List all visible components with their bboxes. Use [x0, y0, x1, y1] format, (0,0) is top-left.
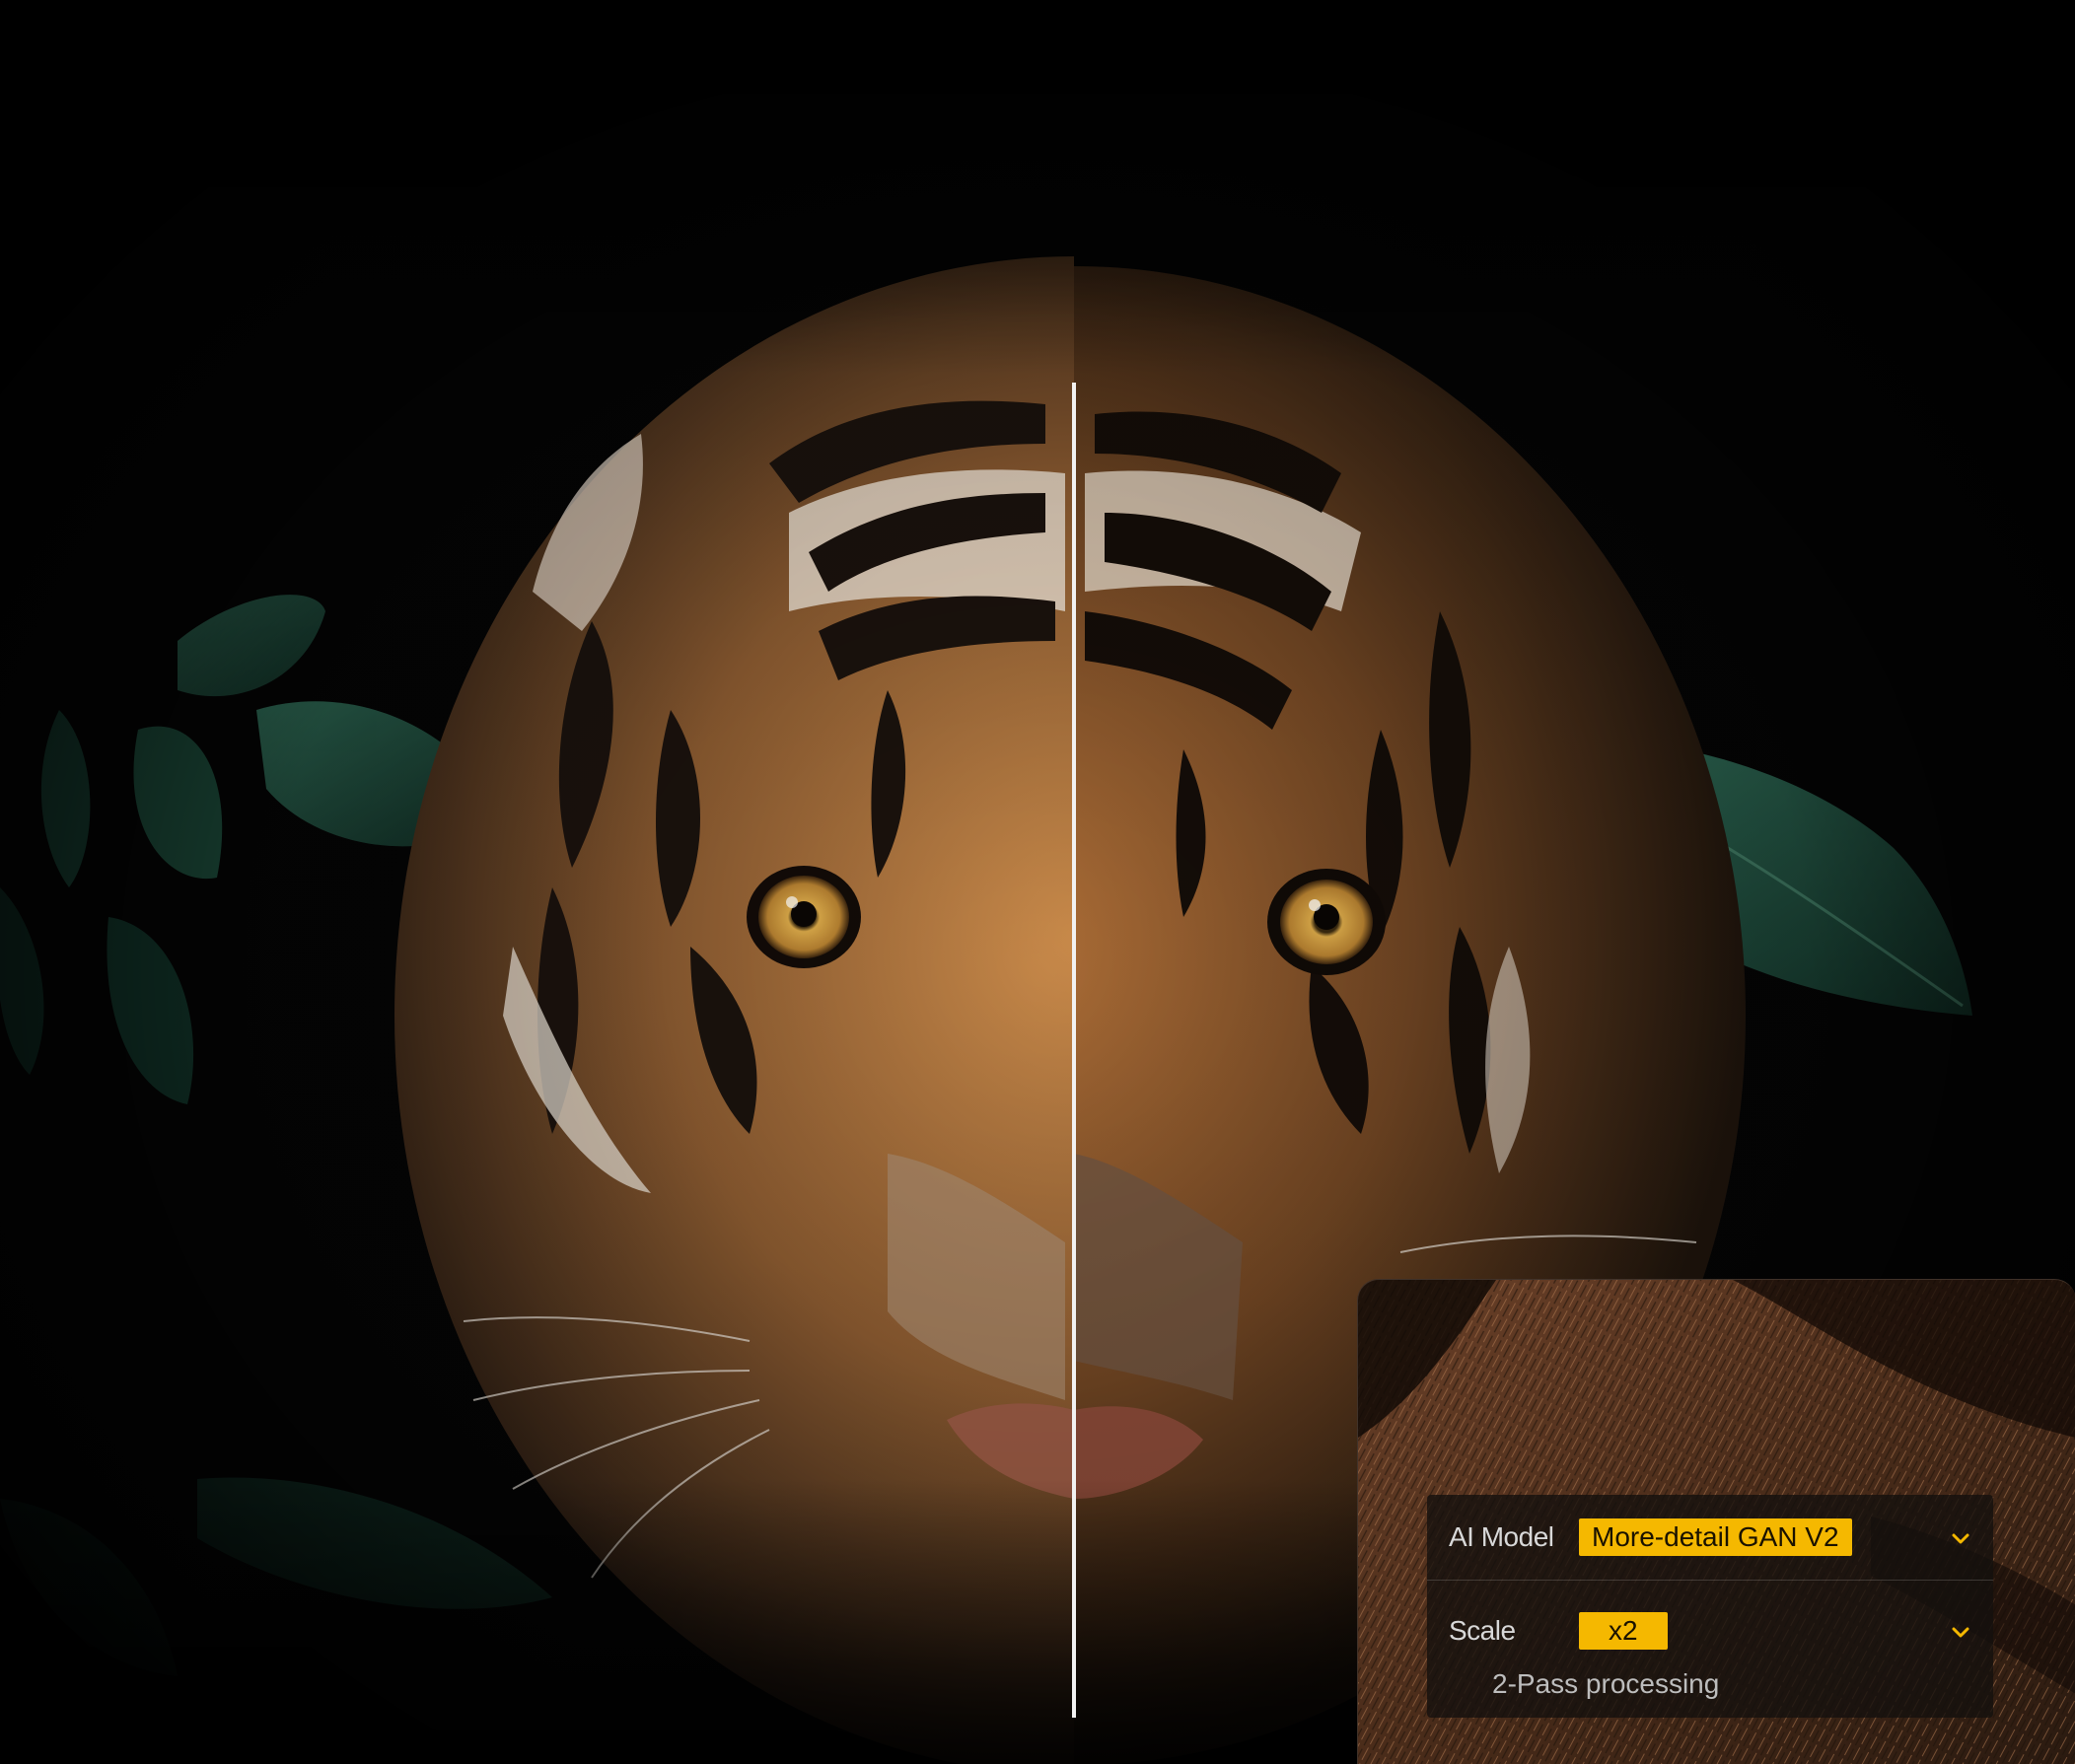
- upscale-settings-card: AI Model More-detail GAN V2 Scale x2 2-P…: [1427, 1495, 1993, 1718]
- ai-model-select[interactable]: More-detail GAN V2: [1579, 1518, 1852, 1556]
- chevron-down-icon[interactable]: [1950, 1528, 1971, 1550]
- comparison-divider[interactable]: [1072, 383, 1076, 1718]
- comparison-stage: AI Model More-detail GAN V2 Scale x2 2-P…: [0, 0, 2075, 1764]
- scale-label: Scale: [1449, 1615, 1516, 1646]
- two-pass-processing-option[interactable]: 2-Pass processing: [1492, 1668, 1719, 1700]
- settings-divider: [1427, 1580, 1993, 1581]
- chevron-down-icon[interactable]: [1950, 1622, 1971, 1644]
- scale-select[interactable]: x2: [1579, 1612, 1668, 1650]
- ai-model-label: AI Model: [1449, 1521, 1554, 1552]
